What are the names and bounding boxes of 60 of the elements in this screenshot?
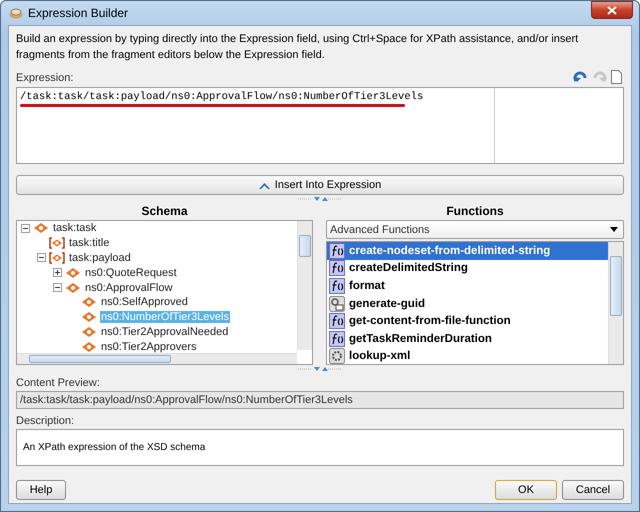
function-item[interactable]: getTaskReminderDuration xyxy=(327,330,608,348)
element-icon xyxy=(81,296,97,308)
function-icon xyxy=(329,330,345,347)
collapse-icon[interactable] xyxy=(53,283,62,292)
function-item[interactable]: format xyxy=(327,277,608,295)
undo-icon[interactable] xyxy=(573,70,588,84)
content-preview-field: /task:task/task:payload/ns0:ApprovalFlow/ns0:NumberOfTier3Levels xyxy=(16,391,624,409)
description-label: Description: xyxy=(16,415,76,427)
app-icon xyxy=(9,7,23,19)
expand-icon[interactable] xyxy=(53,268,62,278)
instructions-text: Build an expression by typing directly into the Expression field, using Ctrl+Space for XPath assistance, and/or insert fragments from the fragment editors below the Expression field. xyxy=(16,32,580,63)
content-preview-label: Content Preview: xyxy=(16,377,101,389)
cancel-button[interactable]: Cancel xyxy=(562,480,624,500)
tree-item[interactable]: ns0:ApprovalFlow xyxy=(84,282,174,294)
element-icon xyxy=(81,326,97,338)
tree-item[interactable]: ns0:SelfApproved xyxy=(100,296,189,308)
insert-into-expression-button[interactable]: Insert Into Expression xyxy=(16,175,624,195)
collapse-icon[interactable] xyxy=(21,224,30,233)
expression-field[interactable]: /task:task/task:payload/ns0:ApprovalFlow/ns0:NumberOfTier3Levels xyxy=(16,87,624,164)
function-icon xyxy=(329,242,345,259)
vertical-scrollbar[interactable] xyxy=(608,242,623,364)
function-icon xyxy=(329,313,345,330)
dropdown-arrow-icon xyxy=(610,227,618,232)
bracketed-element-icon xyxy=(49,252,65,264)
element-icon xyxy=(65,282,81,294)
caret-up-icon xyxy=(258,182,270,188)
function-item[interactable]: create-nodeset-from-delimited-string xyxy=(327,242,608,260)
function-item[interactable]: get-content-from-file-function xyxy=(327,312,608,330)
tree-item[interactable]: task:payload xyxy=(68,252,132,264)
function-item[interactable]: lookup-xml xyxy=(327,348,608,364)
functions-heading: Functions xyxy=(445,203,505,220)
gear-icon xyxy=(329,348,345,364)
tree-item[interactable]: task:title xyxy=(68,237,110,250)
element-icon xyxy=(81,340,97,353)
description-text: An XPath expression of the XSD schema xyxy=(23,442,206,453)
function-icon xyxy=(329,278,345,294)
splitter-handle-icon[interactable] xyxy=(298,196,342,202)
function-item[interactable]: createDelimitedString xyxy=(327,260,608,278)
tree-item[interactable]: ns0:Tier2Approvers xyxy=(100,340,198,353)
tree-item[interactable]: ns0:Tier2ApprovalNeeded xyxy=(100,326,230,338)
collapse-icon[interactable] xyxy=(37,253,46,262)
tree-item[interactable]: ns0:QuoteRequest xyxy=(84,266,178,279)
horizontal-scrollbar[interactable] xyxy=(17,353,297,364)
close-button[interactable] xyxy=(591,1,633,19)
window-title: Expression Builder xyxy=(28,6,130,20)
bracketed-element-icon xyxy=(49,237,65,250)
function-item[interactable]: generate-guid xyxy=(327,294,608,312)
expression-label: Expression: xyxy=(16,72,74,84)
close-icon xyxy=(607,6,617,14)
vertical-scrollbar[interactable] xyxy=(297,221,312,350)
element-icon xyxy=(65,266,81,279)
ok-button[interactable]: OK xyxy=(495,480,557,500)
schema-heading: Schema xyxy=(140,203,189,220)
category-dropdown[interactable]: Advanced Functions xyxy=(326,220,624,239)
function-icon xyxy=(329,260,345,276)
splitter-handle-icon[interactable] xyxy=(298,366,342,372)
element-icon xyxy=(81,311,97,324)
help-button[interactable]: Help xyxy=(16,480,66,500)
tree-item[interactable]: task:task xyxy=(52,222,98,234)
new-document-icon[interactable] xyxy=(611,70,622,84)
